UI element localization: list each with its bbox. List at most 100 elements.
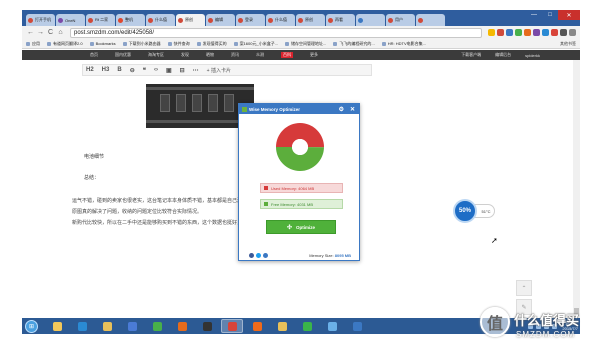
- star-icon[interactable]: [488, 29, 495, 36]
- site-nav-right-item[interactable]: spiderkk: [525, 53, 540, 58]
- browser-tab[interactable]: 打开手机: [26, 14, 55, 26]
- taskbar-app-chrome[interactable]: [221, 319, 243, 333]
- editor-tool-button[interactable]: H2: [86, 67, 94, 73]
- extension-icon[interactable]: [542, 29, 549, 36]
- forward-button[interactable]: →: [36, 28, 45, 37]
- bookmark-item[interactable]: Bookmarks: [89, 41, 116, 46]
- insert-card-button[interactable]: + 插入卡片: [207, 67, 231, 74]
- taskbar-app-ie[interactable]: [71, 319, 93, 333]
- bookmark-icon: [196, 41, 201, 46]
- start-button[interactable]: ⊞: [25, 319, 38, 333]
- extension-icon[interactable]: [533, 29, 540, 36]
- bookmark-item[interactable]: 飞飞的编程研究的...: [333, 41, 375, 47]
- browser-tab[interactable]: 登录: [236, 14, 265, 26]
- close-icon[interactable]: ✕: [350, 106, 355, 113]
- site-nav-right-item[interactable]: 下载客户端: [461, 52, 481, 58]
- optimizer-title: Wise Memory Optimizer: [249, 106, 300, 112]
- taskbar-app-folder-2[interactable]: [271, 319, 293, 333]
- extension-icon[interactable]: [524, 29, 531, 36]
- editor-tool-button[interactable]: ⊟: [180, 67, 185, 74]
- taskbar-app-360-browser[interactable]: [146, 319, 168, 333]
- twitter-icon[interactable]: [256, 252, 261, 258]
- browser-tab[interactable]: [416, 14, 445, 26]
- browser-tab[interactable]: 原创: [296, 14, 325, 26]
- back-to-top-button[interactable]: ⌃: [516, 280, 532, 296]
- tab-label: 原创: [185, 17, 193, 22]
- tab-label: 再看: [335, 17, 343, 22]
- url-input[interactable]: post.smzdm.com/edit/425058/: [70, 27, 482, 38]
- bookmark-item[interactable]: 发现值得买的: [196, 41, 227, 47]
- reload-button[interactable]: C: [46, 28, 55, 37]
- extension-icon[interactable]: [497, 29, 504, 36]
- taskbar-app-firefox[interactable]: [171, 319, 193, 333]
- window-controls: — □ ✕: [526, 10, 580, 20]
- taskbar-app-wise-memory[interactable]: [346, 319, 368, 333]
- tab-favicon-icon: [358, 17, 363, 23]
- smzdm-watermark: 值 什么值得买 SMZDM.COM: [480, 305, 598, 353]
- extension-icon[interactable]: [551, 29, 558, 36]
- site-nav-item[interactable]: 众测: [256, 52, 264, 58]
- home-button[interactable]: ⌂: [56, 28, 65, 37]
- browser-tab[interactable]: [356, 14, 385, 26]
- taskbar-app-folder[interactable]: [96, 319, 118, 333]
- maximize-button[interactable]: □: [542, 10, 558, 20]
- editor-tool-button[interactable]: H3: [102, 67, 110, 73]
- browser-tab[interactable]: 什么值: [146, 14, 175, 26]
- extension-icon[interactable]: [560, 29, 567, 36]
- taskbar-app-xmind[interactable]: [196, 319, 218, 333]
- editor-toolbar: H2 H3 B ⊖ ❝ ‹› ▣ ⊟ ⋯ + 插入卡片: [82, 64, 372, 76]
- site-nav-item[interactable]: 更多: [310, 52, 318, 58]
- bookmark-icon: [26, 41, 30, 46]
- minimize-button[interactable]: —: [526, 10, 542, 20]
- browser-tab[interactable]: OneN: [56, 14, 85, 26]
- editor-tool-button[interactable]: ❝: [143, 67, 146, 74]
- summary-label: 总结：: [84, 175, 100, 181]
- editor-tool-button[interactable]: B: [117, 67, 121, 73]
- optimize-button[interactable]: ✣ Optimize: [266, 220, 336, 234]
- facebook-icon[interactable]: [249, 252, 254, 258]
- extension-icon[interactable]: [506, 29, 513, 36]
- bookmarks-other[interactable]: 其他书签: [560, 41, 576, 47]
- close-window-button[interactable]: ✕: [558, 10, 580, 20]
- taskbar-app-security[interactable]: [321, 319, 343, 333]
- bookmark-item[interactable]: 快件查询: [167, 41, 190, 47]
- browser-tab[interactable]: 整机: [116, 14, 145, 26]
- site-nav-item[interactable]: 国内优惠: [115, 52, 131, 58]
- site-nav-item[interactable]: 首页: [90, 52, 98, 58]
- bookmark-item[interactable]: 应用: [26, 41, 40, 47]
- site-nav-item[interactable]: 晒物: [206, 52, 214, 58]
- browser-tab[interactable]: 用户: [386, 14, 415, 26]
- editor-tool-button[interactable]: ⊖: [130, 67, 135, 74]
- taskbar-app-mi[interactable]: [246, 319, 268, 333]
- browser-tab[interactable]: 原创: [176, 14, 205, 26]
- editor-tool-button[interactable]: ▣: [166, 67, 172, 74]
- bookmark-item[interactable]: 储存空间管理地址...: [285, 41, 326, 47]
- memory-float-widget[interactable]: 51°C 50%: [453, 199, 497, 225]
- bookmark-item[interactable]: 案1600元_小米盒子...: [233, 41, 278, 47]
- bookmark-item[interactable]: 有道网页翻译2.0: [47, 41, 83, 47]
- editor-tool-button[interactable]: ‹›: [154, 67, 158, 73]
- free-memory-row: Free Memory: 4031 MB: [260, 199, 343, 209]
- browser-tab[interactable]: 编辑: [206, 14, 235, 26]
- editor-tool-button[interactable]: ⋯: [193, 67, 199, 74]
- bookmark-item[interactable]: 下载到小米路由器: [122, 41, 161, 47]
- site-nav-item[interactable]: 资讯: [231, 52, 239, 58]
- site-nav-item[interactable]: 发现: [181, 52, 189, 58]
- back-button[interactable]: ←: [26, 28, 35, 37]
- browser-tab[interactable]: 什么值: [266, 14, 295, 26]
- site-nav-right-item[interactable]: 编辑后台: [495, 52, 511, 58]
- taskbar-app-wechat[interactable]: [296, 319, 318, 333]
- extension-icon[interactable]: [515, 29, 522, 36]
- browser-tab[interactable]: 再看: [326, 14, 355, 26]
- menu-icon[interactable]: [569, 29, 576, 36]
- page-scrollbar[interactable]: [573, 60, 580, 318]
- taskbar-app-media[interactable]: [121, 319, 143, 333]
- settings-icon[interactable]: ⚙: [339, 106, 344, 113]
- site-nav-item[interactable]: 海淘专区: [148, 52, 164, 58]
- site-nav-item[interactable]: 百科: [281, 52, 293, 58]
- browser-tab[interactable]: Rt 二家: [86, 14, 115, 26]
- bookmark-icon: [333, 41, 338, 46]
- taskbar-app-windows-explorer[interactable]: [46, 319, 68, 333]
- bookmark-item[interactable]: HR: HDTV电影合集...: [381, 41, 426, 47]
- share-icon[interactable]: [263, 252, 268, 258]
